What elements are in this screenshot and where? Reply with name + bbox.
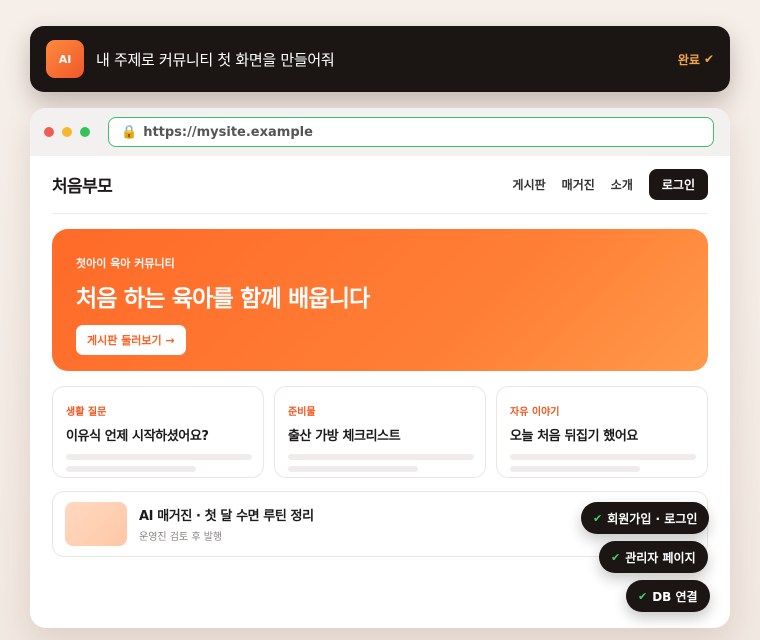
skeleton-line bbox=[510, 466, 640, 472]
post-card-title: 오늘 처음 뒤집기 했어요 bbox=[510, 429, 638, 444]
site-logo[interactable]: 처음부모 bbox=[52, 172, 113, 197]
nav-magazine-link[interactable]: 매거진 bbox=[562, 176, 595, 193]
browse-board-button[interactable]: 게시판 둘러보기 → bbox=[76, 325, 186, 355]
skeleton-line bbox=[66, 454, 252, 460]
url-text: https://mysite.example bbox=[143, 124, 313, 140]
post-card-tag: 자유 이야기 bbox=[510, 407, 560, 418]
post-card-tag: 준비물 bbox=[288, 407, 316, 418]
skeleton-line bbox=[288, 454, 474, 460]
checkmark-icon: ✔ bbox=[638, 589, 648, 603]
magazine-subtitle: 운영진 검토 후 발행 bbox=[139, 532, 223, 543]
checkmark-icon: ✔ bbox=[593, 511, 603, 525]
feature-pill-db: ✔ DB 연결 bbox=[626, 580, 710, 612]
feature-pill-label: 회원가입 · 로그인 bbox=[607, 511, 698, 526]
feature-pill-admin: ✔ 관리자 페이지 bbox=[599, 541, 708, 573]
prompt-status: 완료 ✔ bbox=[678, 51, 714, 68]
post-card[interactable]: 자유 이야기 오늘 처음 뒤집기 했어요 bbox=[496, 386, 708, 478]
prompt-text: 내 주제로 커뮤니티 첫 화면을 만들어줘 bbox=[96, 50, 335, 69]
feature-pill-signup-login: ✔ 회원가입 · 로그인 bbox=[581, 502, 710, 534]
nav-about-link[interactable]: 소개 bbox=[611, 176, 633, 193]
ai-prompt-bar: AI 내 주제로 커뮤니티 첫 화면을 만들어줘 완료 ✔ bbox=[30, 26, 730, 92]
address-bar[interactable]: 🔒 https://mysite.example bbox=[108, 117, 714, 147]
window-maximize-button[interactable] bbox=[80, 127, 90, 137]
post-card[interactable]: 준비물 출산 가방 체크리스트 bbox=[274, 386, 486, 478]
checkmark-icon: ✔ bbox=[611, 550, 621, 564]
magazine-thumbnail bbox=[65, 502, 127, 546]
hero-title: 처음 하는 육아를 함께 배웁니다 bbox=[76, 286, 370, 312]
ai-badge-icon: AI bbox=[46, 40, 84, 78]
post-card[interactable]: 생활 질문 이유식 언제 시작하셨어요? bbox=[52, 386, 264, 478]
window-minimize-button[interactable] bbox=[62, 127, 72, 137]
browser-toolbar: 🔒 https://mysite.example bbox=[30, 108, 730, 156]
nav-board-link[interactable]: 게시판 bbox=[513, 176, 546, 193]
post-card-title: 출산 가방 체크리스트 bbox=[288, 429, 401, 444]
post-card-title: 이유식 언제 시작하셨어요? bbox=[66, 429, 209, 444]
window-close-button[interactable] bbox=[44, 127, 54, 137]
feature-pill-label: 관리자 페이지 bbox=[625, 550, 696, 565]
prompt-status-label: 완료 bbox=[677, 52, 700, 67]
site-nav: 게시판 매거진 소개 로그인 bbox=[513, 169, 708, 200]
checkmark-icon: ✔ bbox=[703, 52, 714, 66]
site-page: 처음부모 게시판 매거진 소개 로그인 첫아이 육아 커뮤니티 처음 하는 육아… bbox=[30, 156, 730, 557]
skeleton-line bbox=[66, 466, 196, 472]
skeleton-line bbox=[288, 466, 418, 472]
site-header: 처음부모 게시판 매거진 소개 로그인 bbox=[52, 156, 708, 214]
skeleton-line bbox=[510, 454, 696, 460]
feature-pill-label: DB 연결 bbox=[652, 589, 698, 604]
post-card-tag: 생활 질문 bbox=[66, 407, 107, 418]
magazine-text: AI 매거진 · 첫 달 수면 루틴 정리 운영진 검토 후 발행 bbox=[139, 505, 314, 543]
magazine-title: AI 매거진 · 첫 달 수면 루틴 정리 bbox=[139, 509, 314, 524]
login-button[interactable]: 로그인 bbox=[648, 169, 708, 200]
hero-kicker: 첫아이 육아 커뮤니티 bbox=[76, 257, 175, 270]
hero-banner: 첫아이 육아 커뮤니티 처음 하는 육아를 함께 배웁니다 게시판 둘러보기 → bbox=[52, 229, 708, 371]
post-cards: 생활 질문 이유식 언제 시작하셨어요? 준비물 출산 가방 체크리스트 자유 … bbox=[52, 386, 708, 478]
lock-icon: 🔒 bbox=[121, 124, 138, 140]
